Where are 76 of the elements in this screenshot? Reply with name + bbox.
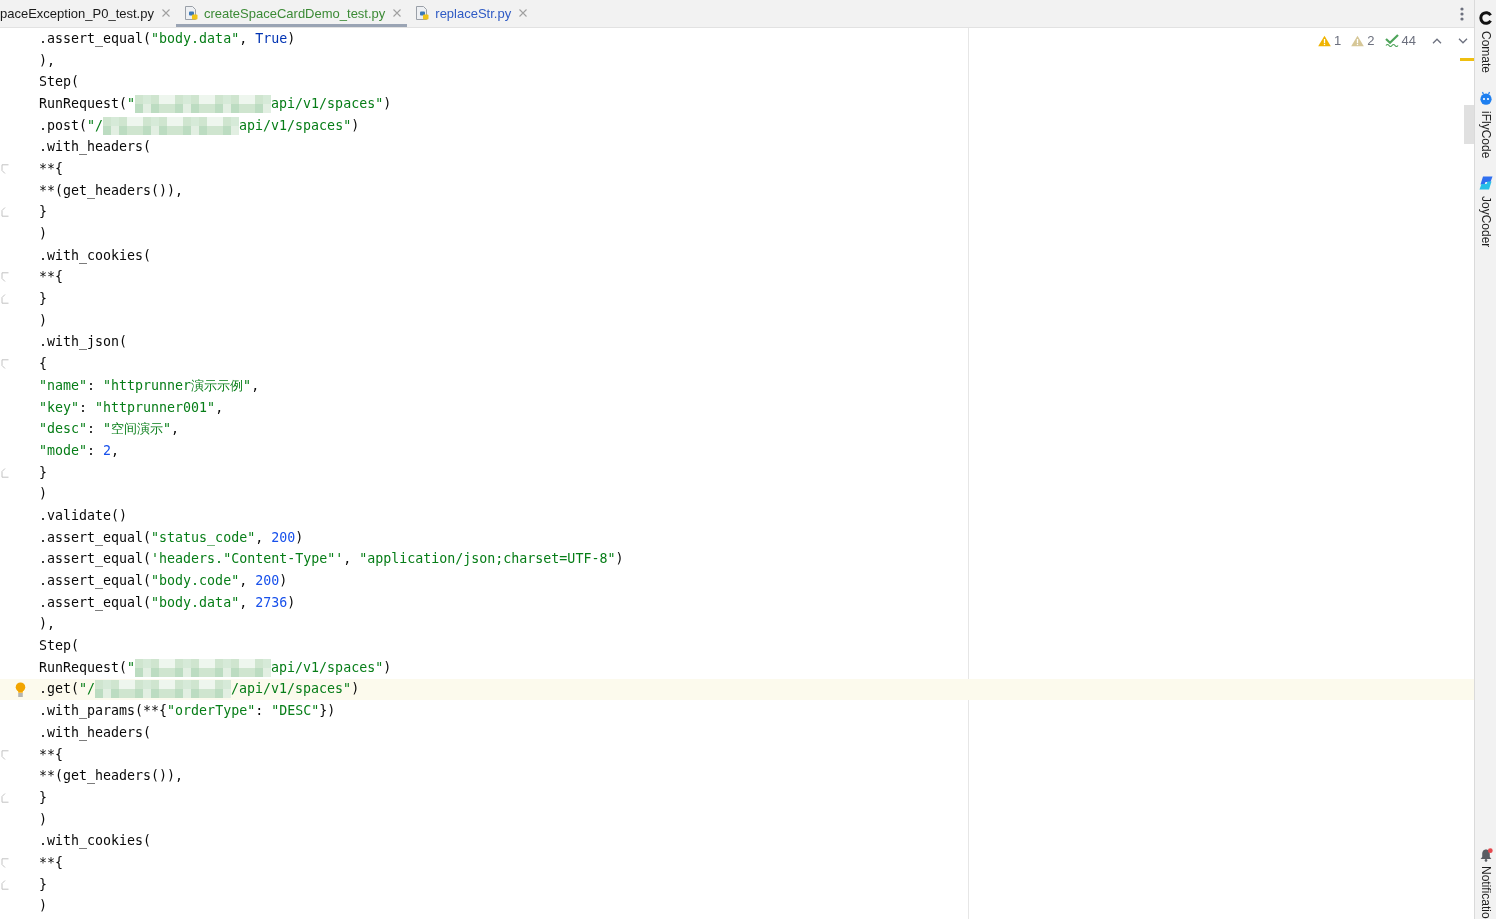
fold-marker-icon[interactable]: [1, 467, 9, 478]
fold-marker-icon[interactable]: [1, 272, 9, 283]
tool-window-button[interactable]: Comate: [1478, 11, 1493, 74]
warning-icon: [1318, 34, 1332, 47]
code-text: Step(: [39, 74, 80, 91]
editor-tab[interactable]: replaceStr.py: [407, 0, 534, 27]
code-text: "key": "httprunner001",: [39, 399, 224, 416]
code-text: /api/v1/spaces"): [231, 681, 360, 698]
code-text: ),: [39, 52, 55, 69]
editor-tab[interactable]: paceException_P0_test.py: [0, 0, 176, 27]
code-text: .assert_equal("status_code", 200): [39, 529, 304, 546]
code-text: .with_params(**{"orderType": "DESC"}): [39, 703, 336, 720]
code-text: Step(: [39, 638, 80, 655]
code-text: "desc": "空间演示",: [39, 421, 180, 438]
code-text: ): [39, 312, 47, 329]
code-text: **{: [39, 160, 64, 177]
code-text: **{: [39, 746, 64, 763]
chevron-down-icon[interactable]: [1458, 37, 1468, 44]
warning-icon: [1351, 34, 1365, 47]
code-text: }: [39, 204, 47, 221]
code-text: ),: [39, 616, 55, 633]
close-icon[interactable]: [161, 9, 170, 17]
code-text: .with_cookies(: [39, 833, 152, 850]
inspection-button[interactable]: 2: [1351, 33, 1375, 48]
close-icon[interactable]: [393, 9, 402, 17]
warning-stripe-mark[interactable]: [1460, 58, 1474, 61]
code-text: api/v1/spaces"): [271, 659, 392, 676]
check-wave-icon: [1384, 34, 1399, 47]
code-text: **(get_headers()),: [39, 768, 184, 785]
code-text: .assert_equal('headers."Content-Type"', "application/json;charset=UTF-8"): [39, 551, 624, 568]
code-text: }: [39, 464, 47, 481]
code-text: .with_headers(: [39, 139, 152, 156]
code-text: **{: [39, 269, 64, 286]
code-text: .with_json(: [39, 334, 128, 351]
chevron-up-icon[interactable]: [1432, 37, 1442, 44]
lightbulb-icon[interactable]: [15, 681, 26, 697]
fold-marker-icon[interactable]: [1, 749, 9, 760]
inspection-button[interactable]: 1: [1318, 33, 1342, 48]
tool-window-button[interactable]: JoyCoder: [1478, 176, 1493, 248]
code-text: ): [39, 486, 47, 503]
code-text: RunRequest(": [39, 659, 136, 676]
fold-marker-icon[interactable]: [1, 359, 9, 370]
code-text: .assert_equal("body.code", 200): [39, 573, 288, 590]
fold-marker-icon[interactable]: [1, 294, 9, 305]
fold-marker-icon[interactable]: [1, 163, 9, 174]
code-text: }: [39, 876, 47, 893]
code-text: **{: [39, 854, 64, 871]
code-text: **(get_headers()),: [39, 182, 184, 199]
code-text: .validate(): [39, 507, 128, 524]
tool-window-button[interactable]: Notificatio: [1478, 848, 1493, 919]
code-text: }: [39, 291, 47, 308]
close-icon[interactable]: [519, 9, 528, 17]
scrollbar-thumb[interactable]: [1464, 105, 1474, 144]
fold-marker-icon[interactable]: [1, 207, 9, 218]
code-text: api/v1/spaces"): [271, 95, 392, 112]
code-text: ): [39, 811, 47, 828]
code-text: .post("/: [39, 117, 104, 134]
code-text: }: [39, 789, 47, 806]
tool-window-button[interactable]: iFlyCode: [1478, 91, 1493, 159]
code-text: .with_cookies(: [39, 247, 152, 264]
more-options-icon[interactable]: [1460, 6, 1464, 21]
code-text: .get("/: [39, 681, 96, 698]
code-text: ): [39, 226, 47, 243]
fold-marker-icon[interactable]: [1, 792, 9, 803]
code-text: {: [39, 356, 47, 373]
code-text: .assert_equal("body.data", True): [39, 30, 296, 47]
code-text: "name": "httprunner演示示例",: [39, 377, 260, 394]
code-text: "mode": 2,: [39, 442, 120, 459]
code-text: ): [39, 898, 47, 915]
code-text: .with_headers(: [39, 724, 152, 741]
code-text: RunRequest(": [39, 95, 136, 112]
inspection-button[interactable]: 44: [1384, 33, 1416, 48]
code-text: .assert_equal("body.data", 2736): [39, 594, 296, 611]
code-text: api/v1/spaces"): [239, 117, 360, 134]
fold-marker-icon[interactable]: [1, 879, 9, 890]
fold-marker-icon[interactable]: [1, 857, 9, 868]
